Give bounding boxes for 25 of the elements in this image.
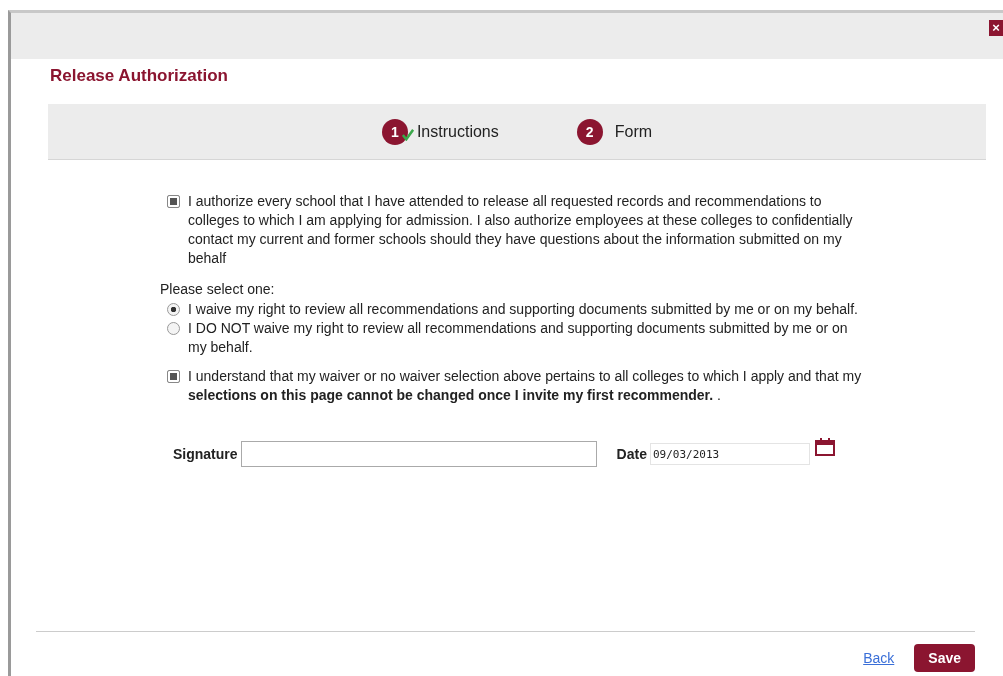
calendar-icon[interactable]: [814, 438, 835, 456]
step-label: Form: [614, 122, 653, 141]
back-link[interactable]: Back: [863, 650, 895, 666]
step-number: 1: [381, 118, 408, 145]
checkbox-label: I authorize every school that I have attended to release all requested records and recommendations to colleges to which I am applying for admission. I also authorize employees at these colleges to confidentially contact my current and former schools should they have questions about the information submitted on my behalf: [188, 192, 854, 268]
checkmark-icon: [401, 128, 414, 141]
close-button[interactable]: ×: [989, 20, 1003, 36]
date-field[interactable]: 09/03/2013: [649, 443, 810, 465]
save-button[interactable]: Save: [914, 644, 975, 672]
step-number: 2: [576, 118, 603, 145]
step-item[interactable]: 1 Instructions: [377, 116, 503, 147]
radio-label: I DO NOT waive my right to review all recommendations and supporting documents submitted by me or on my behalf.: [188, 319, 849, 357]
radio-label: I waive my right to review all recommendations and supporting documents submitted by me or on my behalf.: [188, 300, 859, 319]
checkbox[interactable]: [167, 195, 180, 208]
radio-button[interactable]: [167, 322, 180, 335]
checkbox[interactable]: [167, 370, 180, 383]
step-label: Instructions: [416, 122, 499, 141]
prompt-text: Please select one:: [160, 280, 276, 299]
radio-button[interactable]: [167, 303, 180, 316]
checkbox-label: I understand that my waiver or no waiver selection above pertains to all colleges to which I apply and that my selections on this page cannot be changed once I invite my first recommender. .: [188, 367, 863, 405]
step-item[interactable]: 2 Form: [572, 116, 657, 147]
field-label: Signature: [173, 444, 238, 464]
dialog-title: Release Authorization: [50, 66, 229, 86]
signature-field[interactable]: [240, 441, 597, 467]
field-label: Date: [616, 444, 647, 464]
